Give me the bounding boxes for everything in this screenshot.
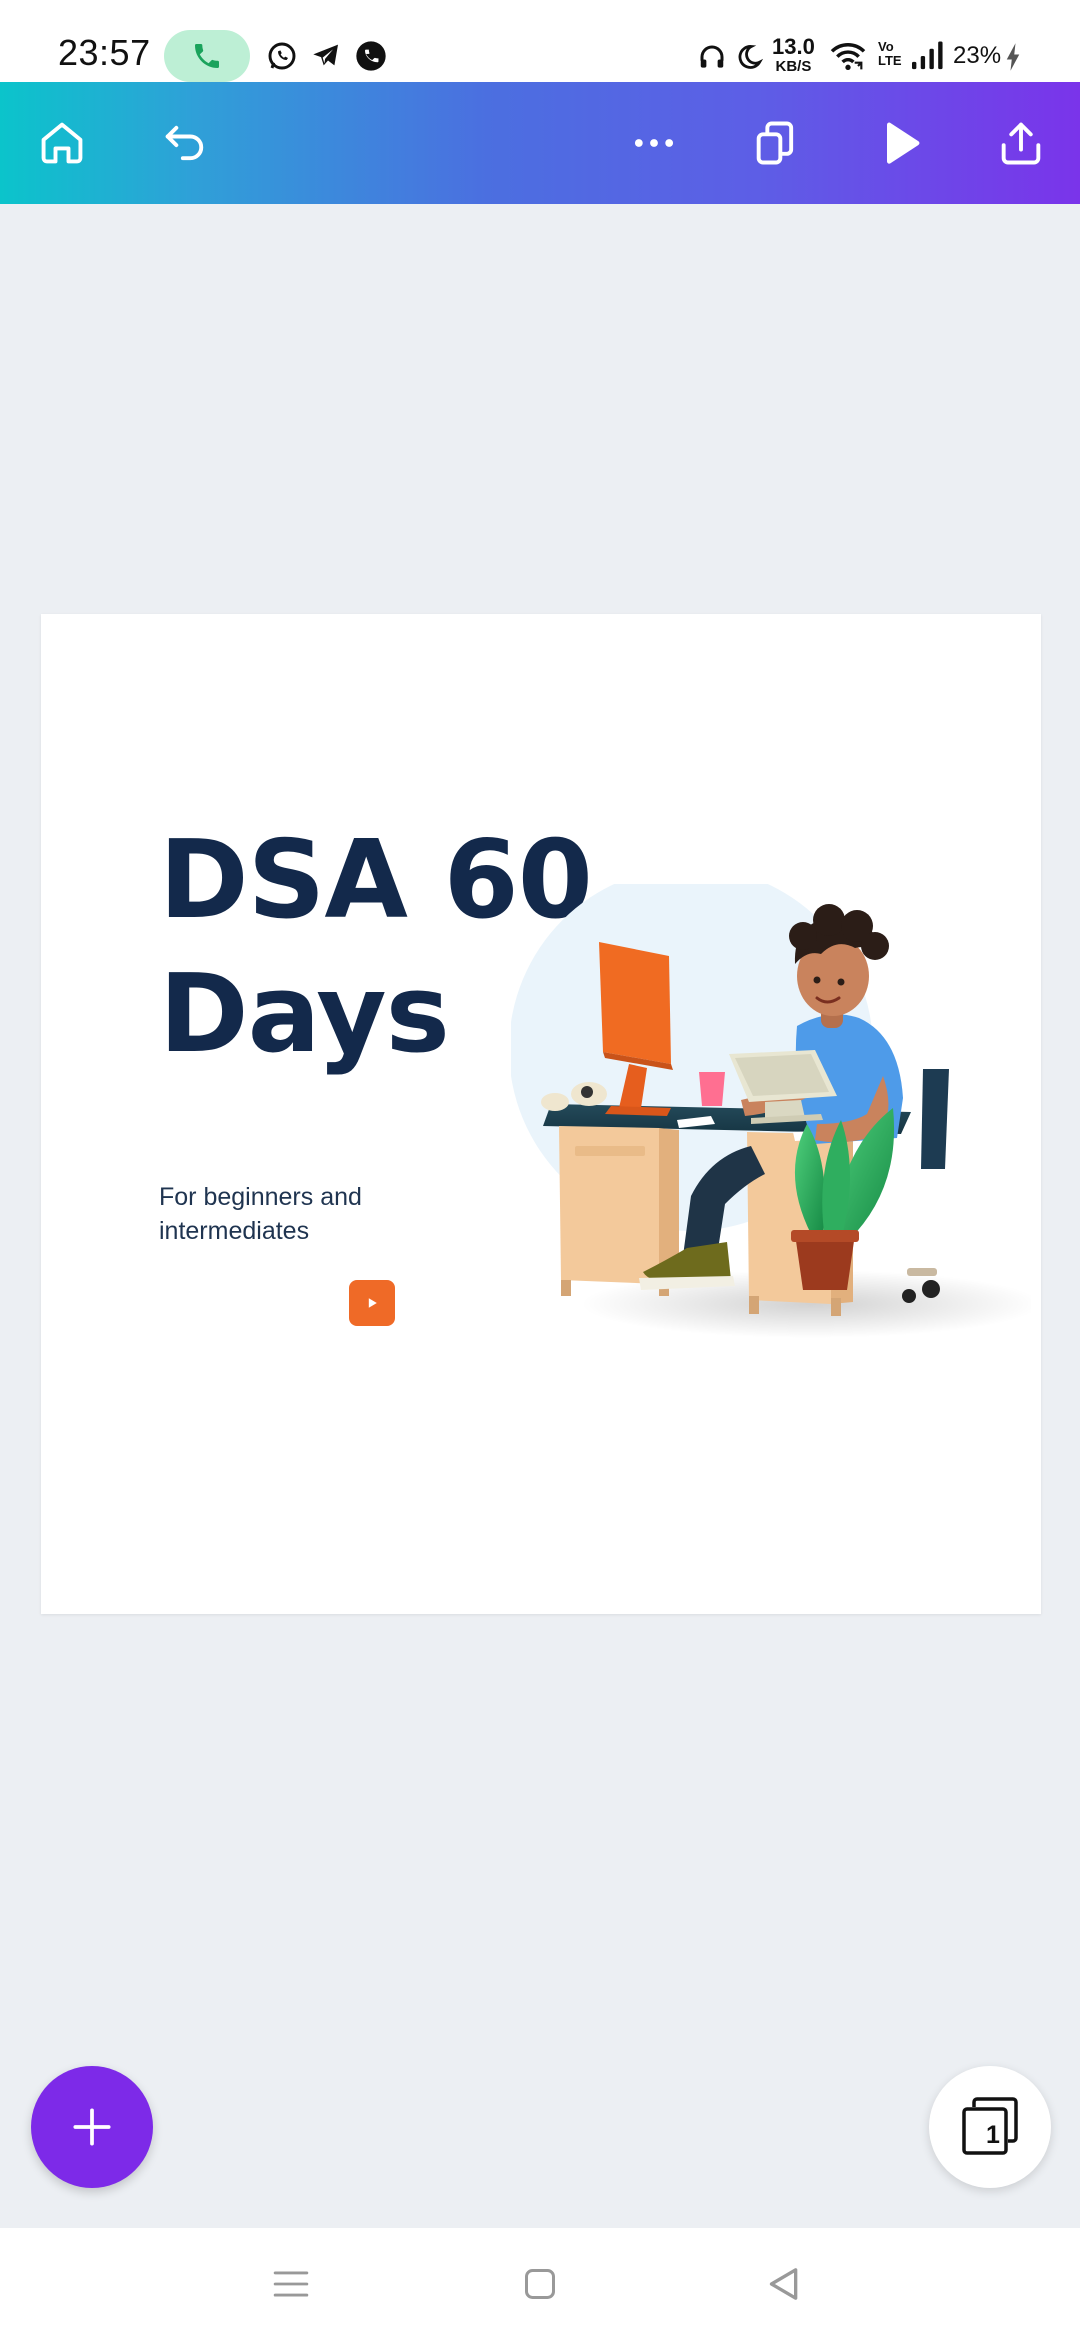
- play-icon: [886, 122, 920, 164]
- media-play-chip[interactable]: [349, 1280, 395, 1326]
- charging-icon: [1006, 43, 1020, 71]
- design-subtitle[interactable]: For beginners and intermediates: [159, 1180, 419, 1248]
- share-icon: [1001, 122, 1041, 165]
- play-icon: [368, 1298, 377, 1308]
- home-button[interactable]: [27, 108, 97, 178]
- ongoing-call-chip[interactable]: [164, 30, 250, 82]
- recents-button[interactable]: [259, 2252, 323, 2316]
- network-speed-unit: KB/S: [775, 58, 812, 75]
- moon-icon: [738, 45, 763, 69]
- duplicate-page-button[interactable]: [741, 108, 811, 178]
- network-speed: 13.0 KB/S: [772, 34, 815, 75]
- design-page[interactable]: DSA 60 Days For beginners and intermedia…: [41, 614, 1041, 1614]
- duplicate-icon: [756, 121, 794, 165]
- wifi-icon: [830, 43, 866, 70]
- editor-toolbar: [0, 82, 1080, 204]
- plus-icon: [73, 2108, 111, 2146]
- battery-level: 23%: [953, 42, 1002, 69]
- more-options-button[interactable]: [619, 108, 689, 178]
- home-square-icon: [525, 2269, 555, 2299]
- volte-indicator: Vo LTE: [878, 40, 902, 67]
- phone-app-icon: [356, 41, 386, 71]
- person-at-desk-illustration[interactable]: [511, 884, 1031, 1344]
- telegram-icon: [313, 44, 338, 66]
- status-time: 23:57: [58, 32, 151, 73]
- add-element-button[interactable]: [31, 2066, 153, 2188]
- undo-button[interactable]: [150, 108, 220, 178]
- pages-button[interactable]: 1: [929, 2066, 1051, 2188]
- call-icon: [195, 44, 219, 68]
- system-nav-bar: [0, 2228, 1080, 2340]
- volte-line1: Vo: [878, 39, 894, 54]
- share-button[interactable]: [986, 108, 1056, 178]
- undo-icon: [165, 125, 204, 161]
- whatsapp-icon: [268, 42, 296, 70]
- home-icon: [41, 122, 83, 164]
- home-nav-button[interactable]: [508, 2252, 572, 2316]
- present-button[interactable]: [865, 108, 935, 178]
- more-icon: [634, 139, 674, 147]
- headphones-icon: [700, 45, 724, 68]
- signal-icon: [912, 41, 943, 70]
- back-triangle-icon: [769, 2268, 798, 2300]
- volte-line2: LTE: [878, 52, 902, 68]
- back-button[interactable]: [752, 2252, 816, 2316]
- editor-screen: 23:57 13.0 KB/S Vo LTE 23% DSA 60 Days F…: [0, 0, 1080, 2340]
- pages-count: 1: [986, 2121, 1000, 2149]
- network-speed-value: 13.0: [772, 34, 815, 59]
- status-bar: 23:57 13.0 KB/S Vo LTE 23%: [0, 0, 1080, 82]
- recents-icon: [273, 2271, 309, 2297]
